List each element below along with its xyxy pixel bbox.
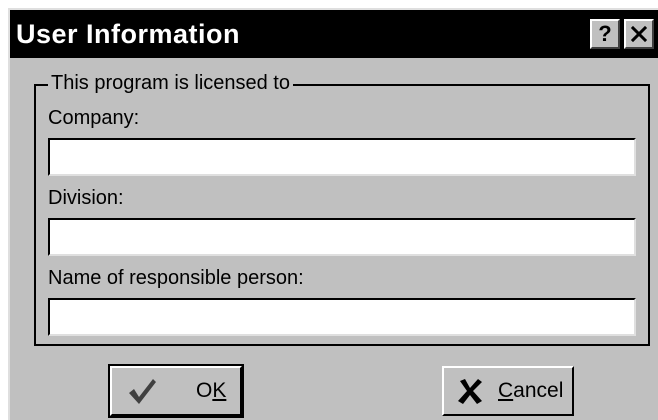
user-information-dialog: User Information ? This program is licen… (8, 8, 658, 420)
help-button[interactable]: ? (590, 19, 620, 49)
division-label: Division: (48, 187, 124, 209)
window-title: User Information (16, 19, 241, 49)
x-mark-icon (458, 379, 482, 404)
responsible-person-label: Name of responsible person: (48, 267, 304, 289)
ok-button[interactable]: OK (110, 366, 242, 416)
responsible-person-input[interactable] (48, 298, 636, 336)
close-button[interactable] (624, 19, 654, 49)
checkmark-icon (129, 379, 156, 404)
company-input[interactable] (48, 138, 636, 176)
division-input[interactable] (48, 218, 636, 256)
cancel-button-label: Cancel (498, 379, 564, 402)
title-bar[interactable]: User Information ? (10, 10, 658, 58)
cancel-button[interactable]: Cancel (442, 366, 574, 416)
ok-button-label: OK (196, 379, 227, 402)
company-label: Company: (48, 107, 140, 129)
close-icon (630, 25, 648, 43)
groupbox-legend: This program is licensed to (48, 70, 293, 96)
